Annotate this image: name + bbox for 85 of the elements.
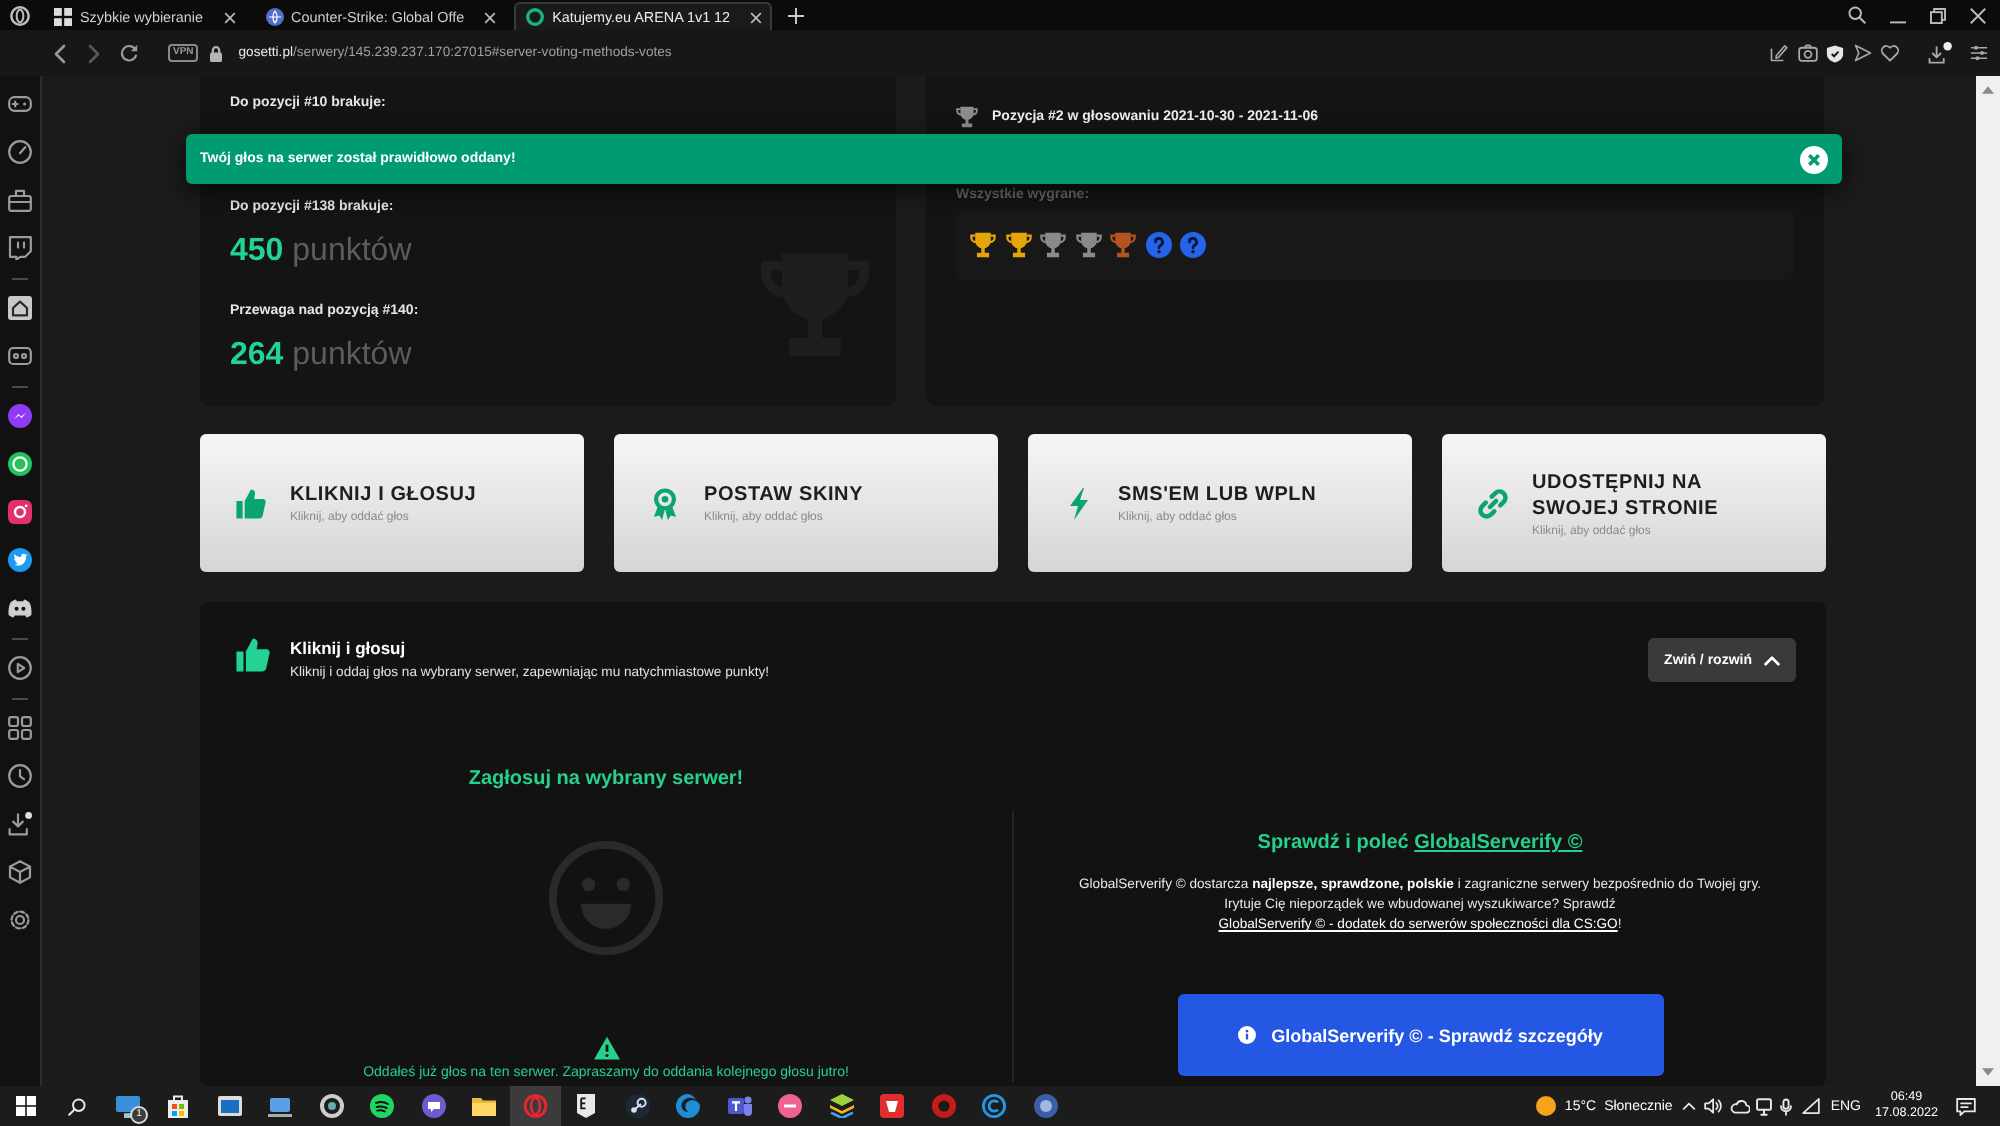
caret-icon	[1764, 655, 1780, 665]
download-icon[interactable]	[1927, 42, 1951, 64]
robot-face-icon[interactable]	[8, 344, 32, 368]
shield-tile-icon[interactable]	[574, 1094, 599, 1118]
send-icon[interactable]	[1853, 44, 1871, 62]
shopping-bag-icon[interactable]	[166, 1094, 191, 1118]
round-emblem-icon[interactable]	[931, 1094, 956, 1118]
layers-icon[interactable]	[829, 1094, 854, 1118]
search-icon[interactable]	[1848, 6, 1866, 24]
lock-icon	[210, 45, 223, 61]
lightning-bolt-icon	[1064, 487, 1094, 519]
chain-link-icon	[1478, 487, 1508, 519]
promo-heading: Sprawdź i poleć GlobalServerify ©	[1257, 832, 1583, 856]
phone-bubble-icon[interactable]	[8, 452, 32, 476]
home-icon[interactable]	[8, 296, 32, 320]
orb-icon[interactable]	[1033, 1094, 1058, 1118]
camera-icon[interactable]	[8, 500, 32, 524]
smiley-icon	[548, 840, 664, 956]
ring-icon[interactable]	[319, 1094, 344, 1118]
speaker-icon[interactable]	[1704, 1098, 1723, 1114]
chat-bubble-icon[interactable]	[8, 404, 32, 428]
folder-icon[interactable]	[472, 1094, 497, 1118]
notification-icon[interactable]	[1956, 1097, 1976, 1115]
chat-bubble-icon[interactable]	[421, 1094, 446, 1118]
restore-icon[interactable]	[1930, 7, 1946, 23]
thumbs-up-icon	[236, 638, 270, 672]
network-icon[interactable]	[1802, 1098, 1821, 1114]
start-menu-icon[interactable]	[16, 1096, 36, 1116]
details-button[interactable]: GlobalServerify © - Sprawdź szczegóły	[1177, 994, 1663, 1076]
points-value: 264 punktów	[230, 338, 412, 372]
game-controller-icon[interactable]	[8, 92, 32, 116]
globe-icon	[265, 8, 284, 26]
grid-icon	[54, 8, 72, 26]
shield-icon[interactable]	[1826, 43, 1844, 63]
sliders-icon[interactable]	[1970, 44, 1988, 62]
caret-up-icon[interactable]	[1682, 1102, 1697, 1110]
link[interactable]: GlobalServerify ©	[1414, 832, 1583, 854]
apps-grid-icon[interactable]	[8, 716, 32, 740]
back-icon[interactable]	[54, 43, 66, 63]
people-tile-icon[interactable]	[727, 1094, 752, 1118]
warning-icon	[593, 1036, 619, 1060]
microphone-icon[interactable]	[1780, 1097, 1793, 1115]
settings-icon[interactable]	[8, 908, 32, 932]
info-icon	[1237, 1026, 1256, 1044]
round-badge-icon[interactable]	[778, 1094, 803, 1118]
ring-icon	[526, 8, 545, 26]
device-icon[interactable]	[1756, 1097, 1773, 1115]
clock-icon[interactable]	[8, 764, 32, 788]
c-circle-icon[interactable]	[982, 1094, 1007, 1118]
forward-icon[interactable]	[88, 43, 100, 63]
download-icon[interactable]	[8, 812, 32, 836]
points-value: 450 punktów	[230, 234, 412, 268]
sun-icon[interactable]	[1536, 1096, 1557, 1116]
close-icon[interactable]	[223, 11, 236, 23]
controller-face-icon[interactable]	[8, 596, 32, 620]
play-icon[interactable]	[8, 656, 32, 680]
swirl-icon[interactable]	[676, 1094, 701, 1118]
heart-icon[interactable]	[1880, 44, 1900, 62]
chat-box-icon[interactable]	[8, 236, 32, 260]
edit-icon[interactable]	[1770, 44, 1788, 62]
trophy-icon	[956, 106, 978, 128]
thumbs-up-icon	[236, 487, 266, 519]
panel-title: Kliknij i głosuj	[290, 638, 406, 660]
search-icon[interactable]	[68, 1097, 86, 1115]
reload-icon[interactable]	[120, 44, 138, 62]
window-icon[interactable]	[217, 1094, 242, 1118]
camera-icon[interactable]	[1797, 44, 1817, 62]
award-ribbon-icon	[650, 487, 680, 519]
bag-icon[interactable]	[8, 188, 32, 212]
scrollbar[interactable]	[1976, 76, 2000, 1086]
disc-icon[interactable]	[625, 1094, 650, 1118]
cube-icon[interactable]	[8, 860, 32, 884]
game-tile-icon[interactable]	[880, 1094, 905, 1118]
plus-icon[interactable]	[788, 7, 805, 23]
vote-heading: Zagłosuj na wybrany serwer!	[468, 768, 744, 792]
caret-down-icon[interactable]	[1982, 1068, 1994, 1076]
laptop-icon[interactable]	[268, 1094, 293, 1118]
bird-icon[interactable]	[8, 548, 32, 572]
speedometer-icon[interactable]	[8, 140, 32, 164]
ring-logo-icon[interactable]	[10, 5, 30, 25]
sound-waves-icon[interactable]	[370, 1094, 395, 1118]
cloud-icon[interactable]	[1730, 1099, 1751, 1113]
close-icon[interactable]	[484, 11, 497, 23]
close-icon[interactable]	[1970, 7, 1986, 23]
close-icon[interactable]	[750, 11, 763, 23]
